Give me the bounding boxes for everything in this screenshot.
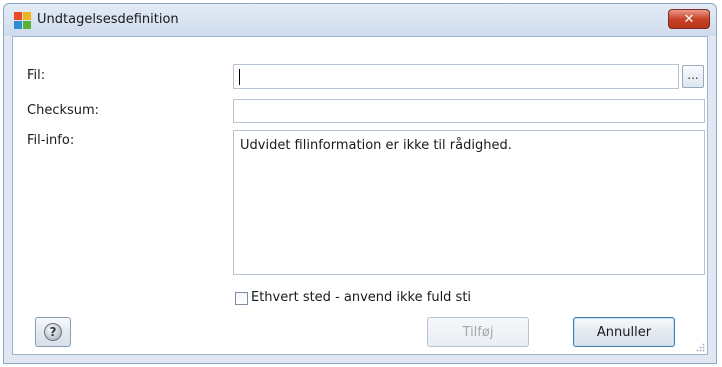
window-title: Undtagelsesdefinition [37, 12, 179, 27]
fileinfo-label: Fil-info: [27, 133, 75, 148]
file-input[interactable] [233, 64, 679, 89]
add-button[interactable]: Tilføj [427, 317, 529, 347]
anywhere-checkbox[interactable] [235, 292, 248, 305]
exception-definition-dialog: Undtagelsesdefinition ✕ Fil: ... Checksu… [3, 3, 717, 364]
checksum-label: Checksum: [27, 103, 100, 118]
fileinfo-textarea[interactable]: Udvidet filinformation er ikke til rådig… [233, 130, 705, 275]
ellipsis-icon: ... [687, 68, 699, 82]
cancel-button[interactable]: Annuller [573, 317, 675, 347]
avg-logo-icon [14, 12, 31, 29]
text-caret [239, 69, 240, 85]
title-bar[interactable]: Undtagelsesdefinition ✕ [4, 4, 716, 36]
browse-button[interactable]: ... [682, 65, 704, 88]
anywhere-checkbox-label[interactable]: Ethvert sted - anvend ikke fuld sti [251, 290, 471, 305]
dialog-body: Fil: ... Checksum: Fil-info: Udvidet fil… [12, 36, 708, 355]
fileinfo-text: Udvidet filinformation er ikke til rådig… [240, 138, 512, 153]
help-icon: ? [44, 323, 62, 341]
help-button[interactable]: ? [35, 317, 71, 347]
close-button[interactable]: ✕ [668, 9, 710, 29]
close-icon: ✕ [683, 11, 695, 27]
file-label: Fil: [27, 68, 46, 83]
resize-grip-icon[interactable] [695, 342, 705, 352]
checksum-input[interactable] [233, 99, 705, 123]
